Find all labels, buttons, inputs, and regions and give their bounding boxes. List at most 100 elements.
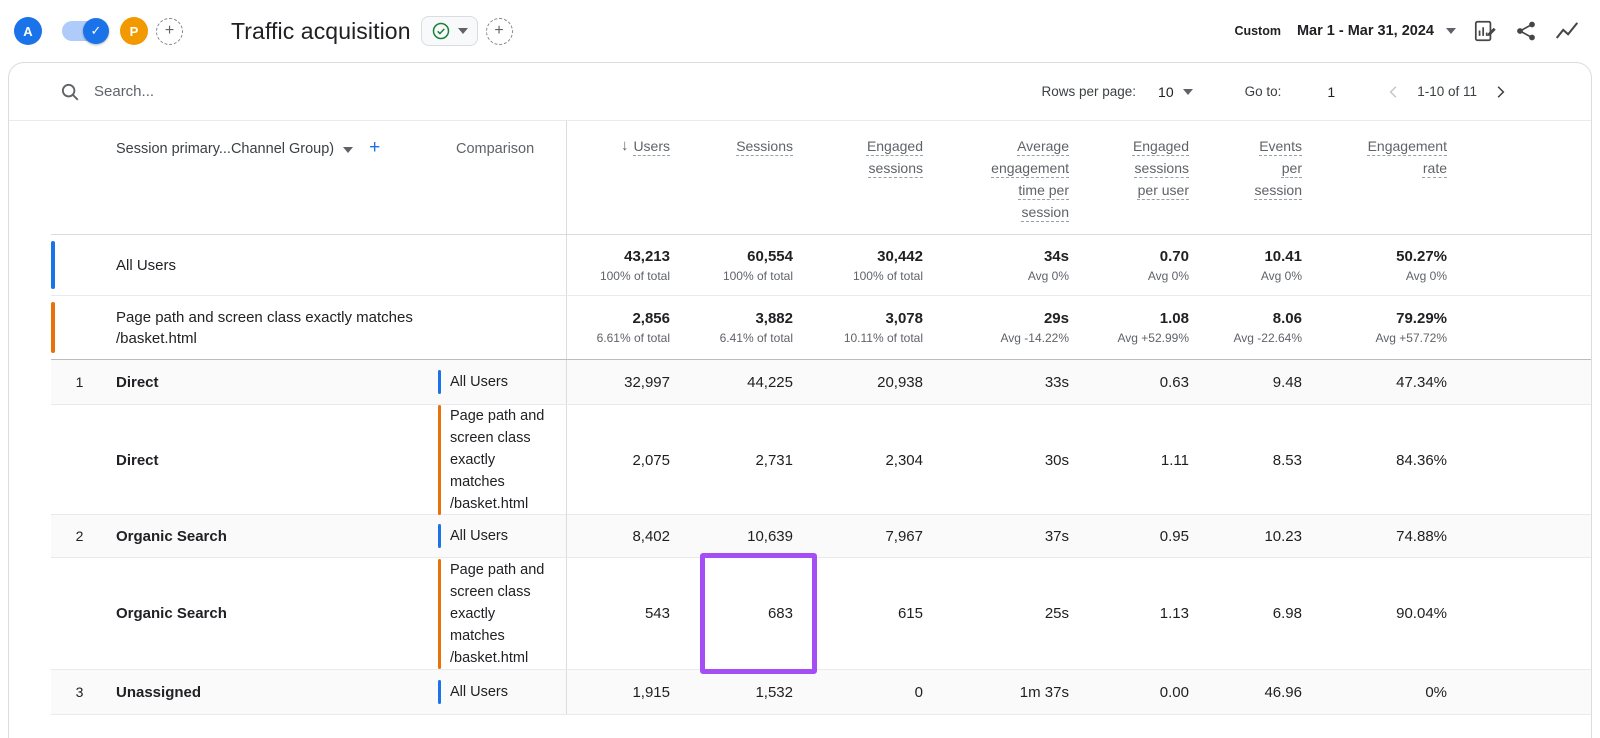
check-icon: ✓ [83, 18, 109, 44]
add-report-tab-button[interactable]: + [486, 18, 513, 45]
row-number: 3 [51, 670, 108, 714]
customize-report-icon[interactable] [1472, 18, 1498, 44]
title-group: Traffic acquisition + [231, 16, 513, 46]
channel-name: Unassigned [108, 670, 438, 714]
dimension-selector-label: Session primary...Channel Group) [116, 141, 334, 157]
search-box[interactable] [59, 81, 472, 103]
metric-cell: 37s [934, 515, 1080, 557]
comparison-accent-bar [438, 680, 441, 704]
add-dimension-button[interactable]: + [369, 141, 380, 155]
rows-per-page-label: Rows per page: [1041, 84, 1136, 99]
column-header-engagement-rate[interactable]: Engagement rate [1313, 121, 1458, 234]
comparison-toggle[interactable]: ✓ [62, 21, 106, 41]
metric-cell: 10.23 [1200, 515, 1313, 557]
go-to-input[interactable]: 1 [1327, 84, 1335, 100]
metric-cell-highlighted: 683 [681, 558, 804, 669]
metric-cell: 30s [934, 405, 1080, 515]
channel-name: Organic Search [108, 558, 438, 669]
rows-per-page-select[interactable]: 10 [1158, 84, 1193, 100]
column-header-sessions[interactable]: Sessions [681, 121, 804, 234]
metric-cell: 6.98 [1200, 558, 1313, 669]
metric-cell: 3,8826.41% of total [681, 296, 804, 359]
chevron-down-icon [1183, 89, 1193, 95]
metric-cell: 47.34% [1313, 360, 1458, 404]
row-number [51, 405, 108, 515]
metric-cell: 8.53 [1200, 405, 1313, 515]
metric-cell: 0.63 [1080, 360, 1200, 404]
metric-cell: 1.13 [1080, 558, 1200, 669]
comparison-accent-bar [438, 370, 441, 394]
search-input[interactable] [92, 82, 472, 101]
metric-cell: 8,402 [566, 515, 681, 557]
metric-cell: 10.41Avg 0% [1200, 235, 1313, 295]
metric-cell: 33s [934, 360, 1080, 404]
metric-cell: 543 [566, 558, 681, 669]
metric-cell: 615 [804, 558, 934, 669]
comparison-cell: All Users [438, 515, 566, 557]
header-actions: Custom Mar 1 - Mar 31, 2024 [1234, 18, 1580, 44]
metric-cell: 32,997 [566, 360, 681, 404]
metric-cell: 2,304 [804, 405, 934, 515]
metric-cell: 2,731 [681, 405, 804, 515]
column-header-avg-engagement-time[interactable]: Average engagement time per session [934, 121, 1080, 234]
summary-label: Page path and screen class exactly match… [51, 296, 566, 359]
previous-page-icon[interactable] [1385, 83, 1403, 101]
table-row-organic-basket: Organic Search Page path and screen clas… [51, 558, 1591, 670]
metric-cell: 2,8566.61% of total [566, 296, 681, 359]
table-row-direct-all-users: 1 Direct All Users 32,997 44,225 20,938 … [51, 360, 1591, 405]
row-number: 2 [51, 515, 108, 557]
report-header: A ✓ P + Traffic acquisition + Custom Mar… [0, 0, 1600, 62]
metric-cell: 9.48 [1200, 360, 1313, 404]
metric-cell: 84.36% [1313, 405, 1458, 515]
metric-cell: 74.88% [1313, 515, 1458, 557]
traffic-acquisition-table: Session primary...Channel Group) + Compa… [51, 121, 1591, 715]
metric-cell: 8.06Avg -22.64% [1200, 296, 1313, 359]
metric-cell: 1.08Avg +52.99% [1080, 296, 1200, 359]
chevron-down-icon [458, 28, 468, 34]
sort-descending-icon: ↓ [621, 135, 629, 157]
comparison-accent-bar [438, 559, 441, 669]
column-header-engaged-sessions[interactable]: Engaged sessions [804, 121, 934, 234]
metric-cell: 25s [934, 558, 1080, 669]
next-page-icon[interactable] [1491, 83, 1509, 101]
summary-row-all-users: All Users 43,213100% of total 60,554100%… [51, 235, 1591, 296]
comparison-chip-a[interactable]: A [14, 17, 42, 45]
insights-icon[interactable] [1554, 18, 1580, 44]
metric-cell: 1,915 [566, 670, 681, 714]
table-row-organic-all-users: 2 Organic Search All Users 8,402 10,639 … [51, 515, 1591, 558]
comparison-column-header: Comparison [438, 121, 566, 234]
column-header-engaged-sessions-per-user[interactable]: Engaged sessions per user [1080, 121, 1200, 234]
metric-cell: 79.29%Avg +57.72% [1313, 296, 1458, 359]
app-window: A ✓ P + Traffic acquisition + Custom Mar… [0, 0, 1600, 738]
report-status-badge[interactable] [421, 16, 478, 46]
metric-cell: 90.04% [1313, 558, 1458, 669]
share-icon[interactable] [1514, 19, 1538, 43]
metric-cell: 60,554100% of total [681, 235, 804, 295]
metric-cell: 34sAvg 0% [934, 235, 1080, 295]
metric-cell: 2,075 [566, 405, 681, 515]
metric-cell: 1m 37s [934, 670, 1080, 714]
comparison-cell: All Users [438, 360, 566, 404]
table-row-direct-basket: Direct Page path and screen class exactl… [51, 405, 1591, 515]
date-range-selector[interactable]: Mar 1 - Mar 31, 2024 [1297, 23, 1434, 39]
dimension-selector[interactable]: Session primary...Channel Group) + [51, 121, 438, 234]
chevron-down-icon[interactable] [1446, 28, 1456, 34]
comparison-chips: A ✓ P + [14, 17, 183, 45]
metric-cell: 20,938 [804, 360, 934, 404]
comparison-cell: All Users [438, 670, 566, 714]
search-icon [59, 81, 81, 103]
column-header-users[interactable]: ↓ Users [566, 121, 681, 234]
comparison-accent-bar [438, 405, 441, 515]
metric-cell: 50.27%Avg 0% [1313, 235, 1458, 295]
comparison-chip-p[interactable]: P [120, 17, 148, 45]
comparison-cell: Page path and screen class exactly match… [438, 558, 566, 669]
column-header-events-per-session[interactable]: Events per session [1200, 121, 1313, 234]
metric-cell: 30,442100% of total [804, 235, 934, 295]
row-number [51, 558, 108, 669]
page-title: Traffic acquisition [231, 18, 411, 45]
table-row-unassigned-all-users: 3 Unassigned All Users 1,915 1,532 0 1m … [51, 670, 1591, 715]
metric-cell: 3,07810.11% of total [804, 296, 934, 359]
add-comparison-button[interactable]: + [156, 18, 183, 45]
pagination-range: 1-10 of 11 [1417, 84, 1477, 99]
comparison-accent-bar [438, 524, 441, 548]
